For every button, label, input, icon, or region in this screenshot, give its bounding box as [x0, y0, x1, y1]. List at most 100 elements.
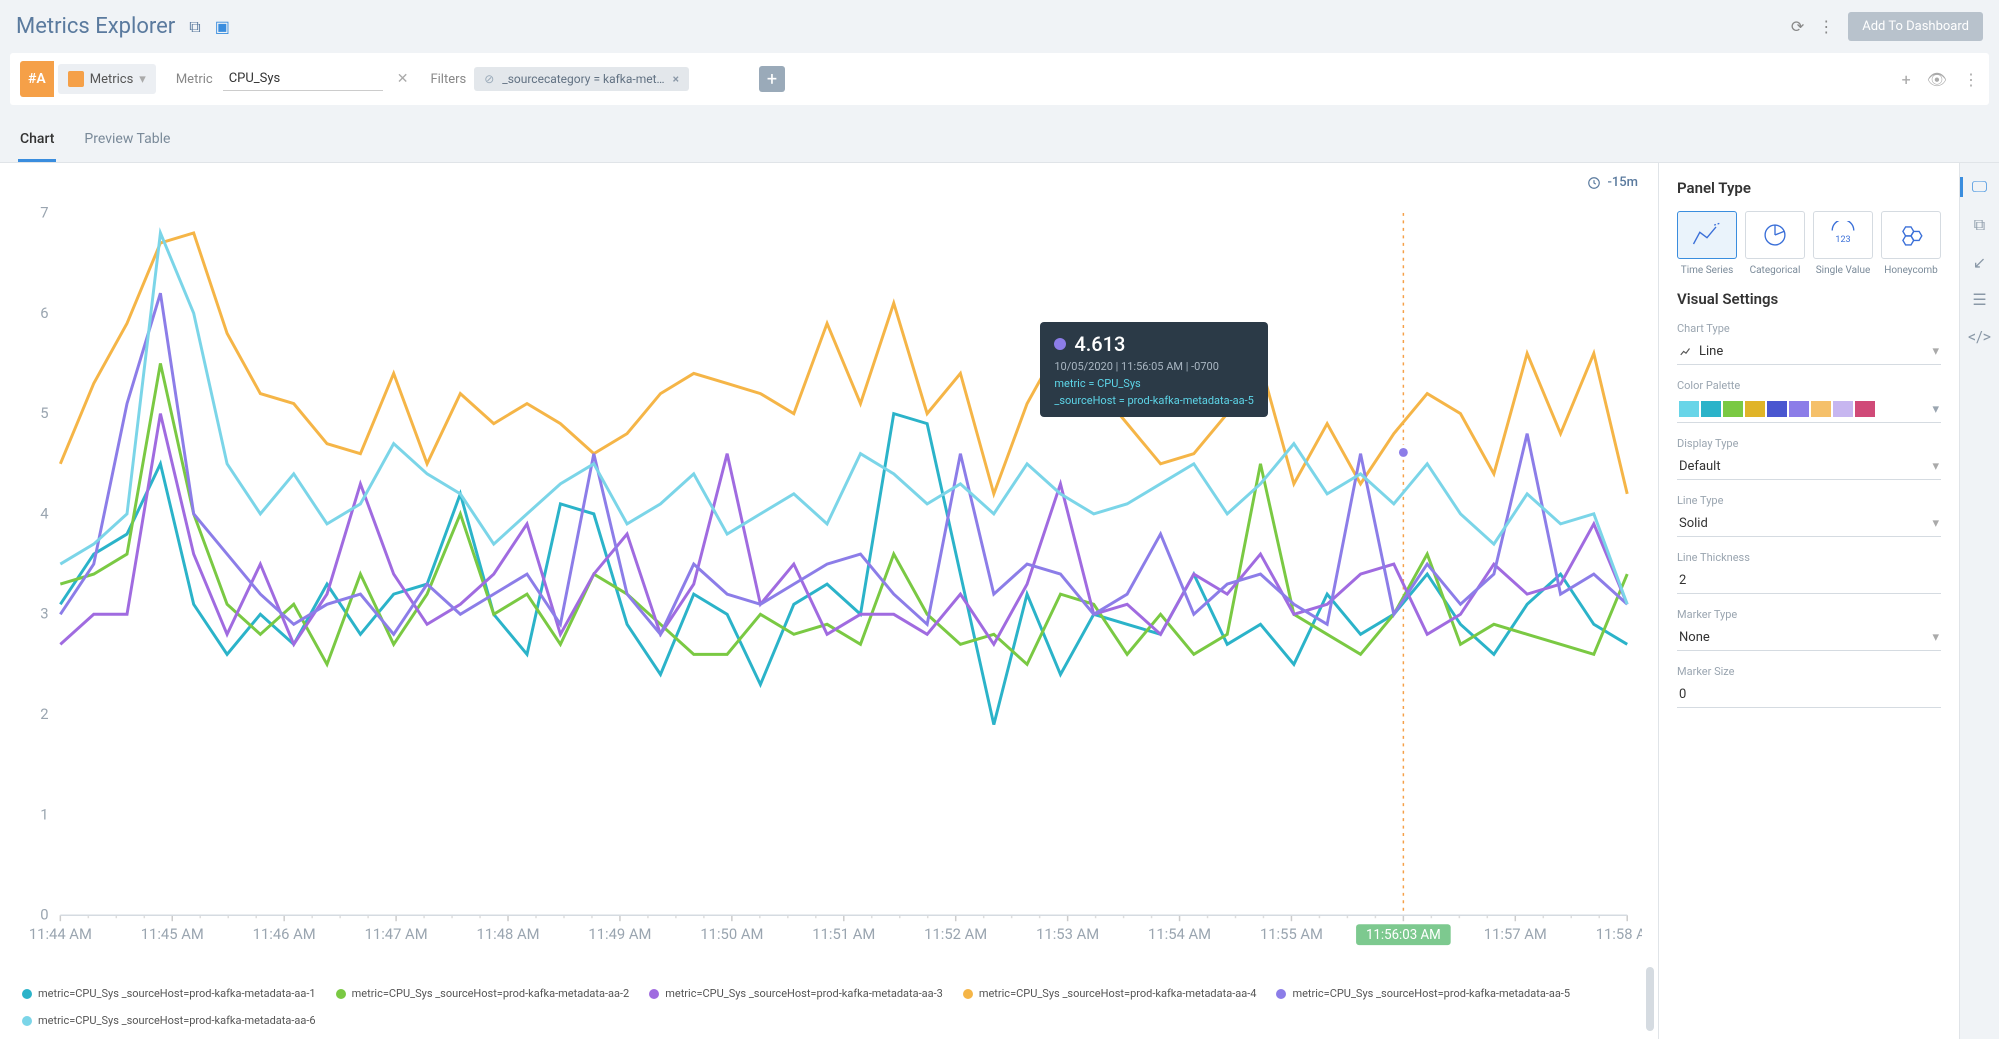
- palette-swatch: [1789, 401, 1809, 417]
- line-type-select[interactable]: Solid ▾: [1677, 511, 1941, 537]
- right-rail: 🖵 ⧉ ↙ ☰ </>: [1959, 163, 1999, 1039]
- svg-text:11:50 AM: 11:50 AM: [700, 925, 763, 943]
- legend-item[interactable]: metric=CPU_Sys _sourceHost=prod-kafka-me…: [1276, 987, 1570, 1000]
- panel-type-honeycomb[interactable]: Honeycomb: [1881, 211, 1941, 276]
- chevron-down-icon: ▾: [1932, 630, 1939, 645]
- filter-clear-icon[interactable]: ×: [673, 72, 679, 86]
- query-type-label: Metrics: [90, 72, 134, 87]
- tab-preview-table[interactable]: Preview Table: [82, 119, 172, 162]
- visibility-icon[interactable]: 👁: [1927, 70, 1947, 89]
- tab-chart[interactable]: Chart: [18, 119, 56, 162]
- svg-text:11:54 AM: 11:54 AM: [1148, 925, 1211, 943]
- palette-swatch: [1723, 401, 1743, 417]
- series-aa-1[interactable]: [60, 414, 1627, 725]
- copy-icon[interactable]: ⧉: [1974, 215, 1985, 235]
- legend-item[interactable]: metric=CPU_Sys _sourceHost=prod-kafka-me…: [22, 987, 316, 1000]
- svg-text:11:56:03 AM: 11:56:03 AM: [1366, 928, 1441, 943]
- palette-swatch: [1855, 401, 1875, 417]
- palette-swatch: [1767, 401, 1787, 417]
- query-tag[interactable]: #A: [20, 61, 54, 97]
- arrow-down-left-icon[interactable]: ↙: [1973, 253, 1986, 272]
- filters-label: Filters: [430, 72, 466, 87]
- scrollbar[interactable]: [1646, 967, 1654, 1031]
- svg-text:7: 7: [40, 203, 48, 221]
- query-type-select[interactable]: Metrics ▾: [58, 64, 156, 94]
- filter-chip-text: _sourcecategory = kafka-met…: [502, 72, 664, 86]
- query-row: #A Metrics ▾ Metric ✕ Filters ⊘ _sourcec…: [10, 53, 1989, 105]
- metric-clear-icon[interactable]: ✕: [393, 71, 413, 87]
- save-icon[interactable]: ▣: [215, 17, 230, 37]
- display-type-select[interactable]: Default ▾: [1677, 454, 1941, 480]
- svg-text:11:49 AM: 11:49 AM: [588, 925, 651, 943]
- list-icon[interactable]: ☰: [1972, 290, 1986, 309]
- monitor-icon[interactable]: 🖵: [1960, 177, 1987, 197]
- panel-type-time-series[interactable]: Time Series: [1677, 211, 1737, 276]
- legend-dot-icon: [22, 1016, 32, 1026]
- svg-text:1: 1: [40, 805, 48, 823]
- metric-label: Metric: [176, 72, 213, 87]
- legend-label: metric=CPU_Sys _sourceHost=prod-kafka-me…: [38, 987, 316, 1000]
- legend-label: metric=CPU_Sys _sourceHost=prod-kafka-me…: [665, 987, 943, 1000]
- panel-type-categorical[interactable]: Categorical: [1745, 211, 1805, 276]
- legend-dot-icon: [336, 989, 346, 999]
- svg-text:11:57 AM: 11:57 AM: [1484, 925, 1547, 943]
- svg-text:11:46 AM: 11:46 AM: [253, 925, 316, 943]
- add-to-dashboard-button[interactable]: Add To Dashboard: [1848, 12, 1983, 41]
- add-query-icon[interactable]: +: [1902, 70, 1911, 89]
- palette-select[interactable]: ▾: [1677, 396, 1941, 423]
- line-type-label: Line Type: [1677, 494, 1941, 507]
- svg-text:2: 2: [40, 705, 48, 723]
- chevron-down-icon: ▾: [1932, 402, 1939, 417]
- palette-swatch: [1811, 401, 1831, 417]
- chevron-down-icon: ▾: [1932, 459, 1939, 474]
- series-aa-5[interactable]: [60, 293, 1627, 634]
- line-chart[interactable]: 0123456711:44 AM11:45 AM11:46 AM11:47 AM…: [16, 198, 1642, 975]
- palette-swatch: [1701, 401, 1721, 417]
- legend-dot-icon: [1276, 989, 1286, 999]
- time-range-label[interactable]: -15m: [1607, 175, 1638, 190]
- add-filter-button[interactable]: +: [759, 66, 785, 92]
- legend-dot-icon: [963, 989, 973, 999]
- display-type-label: Display Type: [1677, 437, 1941, 450]
- svg-text:6: 6: [40, 304, 48, 322]
- page-title: Metrics Explorer: [16, 14, 175, 39]
- svg-text:123: 123: [1835, 235, 1850, 245]
- external-link-icon[interactable]: ⧉: [189, 17, 200, 37]
- code-icon[interactable]: </>: [1968, 327, 1991, 346]
- filter-chip[interactable]: ⊘ _sourcecategory = kafka-met… ×: [474, 67, 689, 91]
- legend-label: metric=CPU_Sys _sourceHost=prod-kafka-me…: [38, 1014, 316, 1027]
- marker-size-label: Marker Size: [1677, 665, 1941, 678]
- chart-type-select[interactable]: Line ▾: [1677, 339, 1941, 365]
- metric-input[interactable]: [223, 67, 383, 91]
- palette-swatch: [1745, 401, 1765, 417]
- more-icon[interactable]: ⋮: [1818, 17, 1834, 36]
- legend-item[interactable]: metric=CPU_Sys _sourceHost=prod-kafka-me…: [649, 987, 943, 1000]
- marker-type-select[interactable]: None ▾: [1677, 625, 1941, 651]
- chevron-down-icon: ▾: [1932, 516, 1939, 531]
- legend-item[interactable]: metric=CPU_Sys _sourceHost=prod-kafka-me…: [336, 987, 630, 1000]
- svg-text:11:44 AM: 11:44 AM: [29, 925, 92, 943]
- chart-legend: metric=CPU_Sys _sourceHost=prod-kafka-me…: [16, 983, 1642, 1031]
- svg-text:11:53 AM: 11:53 AM: [1036, 925, 1099, 943]
- series-aa-4[interactable]: [60, 233, 1627, 494]
- line-chart-icon: [1679, 345, 1693, 359]
- marker-size-input[interactable]: 0: [1677, 682, 1941, 708]
- query-more-icon[interactable]: ⋮: [1963, 70, 1979, 89]
- refresh-icon[interactable]: ⟳: [1791, 17, 1804, 36]
- clock-icon: [1587, 176, 1601, 190]
- svg-text:11:52 AM: 11:52 AM: [924, 925, 987, 943]
- legend-item[interactable]: metric=CPU_Sys _sourceHost=prod-kafka-me…: [22, 1014, 316, 1027]
- disable-icon: ⊘: [484, 72, 494, 86]
- legend-item[interactable]: metric=CPU_Sys _sourceHost=prod-kafka-me…: [963, 987, 1257, 1000]
- color-palette-label: Color Palette: [1677, 379, 1941, 392]
- svg-text:11:45 AM: 11:45 AM: [141, 925, 204, 943]
- metrics-icon: [68, 71, 84, 87]
- marker-type-label: Marker Type: [1677, 608, 1941, 621]
- palette-swatch: [1679, 401, 1699, 417]
- series-aa-6[interactable]: [60, 233, 1627, 604]
- panel-type-single-value[interactable]: 123Single Value: [1813, 211, 1873, 276]
- line-thickness-input[interactable]: 2: [1677, 568, 1941, 594]
- series-aa-2[interactable]: [60, 363, 1627, 664]
- visual-settings-title: Visual Settings: [1677, 290, 1941, 308]
- top-header: Metrics Explorer ⧉ ▣ ⟳ ⋮ Add To Dashboar…: [0, 0, 1999, 53]
